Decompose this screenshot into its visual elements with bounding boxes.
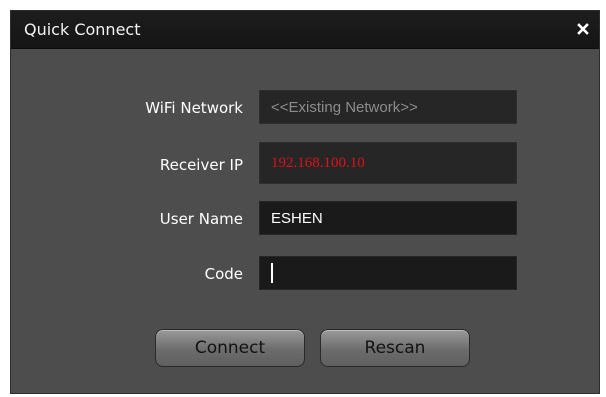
text-cursor [271,263,273,283]
wifi-network-label: WiFi Network [145,99,243,117]
receiver-ip-value: 192.168.100.10 [271,154,365,171]
receiver-ip-field[interactable]: 192.168.100.10 [259,142,517,184]
receiver-ip-label: Receiver IP [159,156,243,174]
close-icon [577,23,589,35]
wifi-network-field[interactable]: <<Existing Network>> [259,90,517,124]
code-input[interactable] [259,256,517,290]
connect-button[interactable]: Connect [155,329,305,367]
user-name-field[interactable]: ESHEN [259,201,517,235]
user-name-label: User Name [159,210,243,228]
quick-connect-dialog: Quick Connect WiFi Network <<Existing Ne… [10,10,600,394]
title-bar: Quick Connect [11,11,599,49]
close-button[interactable] [573,19,593,39]
user-name-value: ESHEN [271,209,323,227]
dialog-title: Quick Connect [24,20,141,39]
rescan-button[interactable]: Rescan [320,329,470,367]
code-label: Code [204,265,243,283]
wifi-network-value: <<Existing Network>> [271,98,418,116]
